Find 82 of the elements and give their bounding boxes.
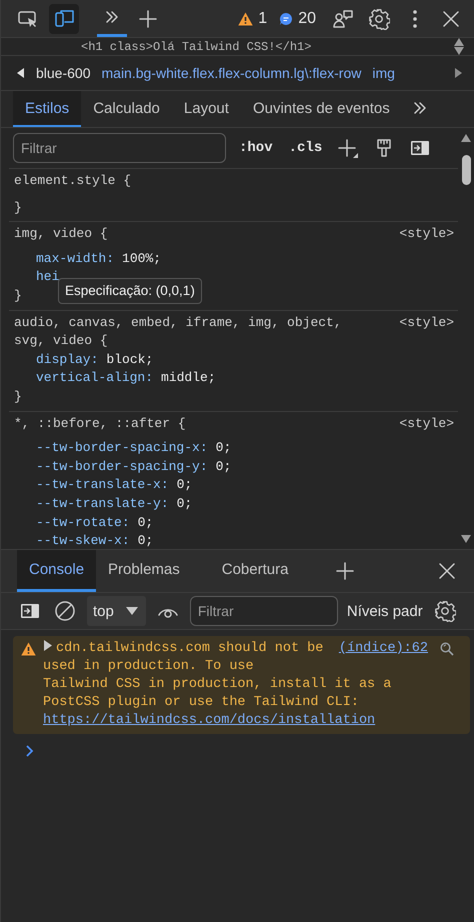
scrollbar-thumb[interactable] bbox=[462, 155, 470, 185]
closing-brace: } bbox=[14, 288, 22, 303]
closing-brace: } bbox=[14, 200, 22, 215]
filter-field[interactable]: Filtrar bbox=[13, 133, 226, 163]
property-name: hei bbox=[36, 269, 60, 284]
sidebar-icon bbox=[20, 603, 40, 619]
message-icon bbox=[279, 12, 294, 26]
scroll-up-icon[interactable] bbox=[461, 134, 471, 142]
search-icon[interactable] bbox=[440, 642, 454, 656]
prompt-icon bbox=[25, 744, 35, 758]
toggle-button[interactable]: .cls bbox=[286, 140, 326, 156]
plus-icon bbox=[336, 562, 354, 580]
warning-icon bbox=[238, 12, 254, 26]
source-link[interactable]: <style> bbox=[399, 414, 454, 434]
property-name: display: bbox=[36, 352, 98, 367]
property-value: 0; bbox=[176, 496, 192, 511]
property-name: --tw-skew-x: bbox=[36, 533, 130, 548]
property-value: 0; bbox=[138, 533, 154, 548]
device-icon bbox=[53, 8, 75, 30]
url-link[interactable]: https://tailwindcss.com/docs/installation bbox=[43, 713, 376, 728]
scroll-right-icon[interactable] bbox=[454, 68, 462, 78]
drawer-tab[interactable]: Cobertura bbox=[210, 550, 300, 592]
panel-tab[interactable]: Layout bbox=[172, 91, 241, 127]
property-value: 0; bbox=[216, 440, 232, 456]
property-value: 100%; bbox=[122, 250, 162, 266]
panel-tab[interactable]: Ouvintes de eventos bbox=[240, 91, 402, 127]
settings-icon bbox=[368, 8, 390, 30]
property-value: middle; bbox=[161, 370, 216, 386]
panel-tab[interactable]: Calculado bbox=[81, 91, 172, 127]
breadcrumb-item[interactable]: img bbox=[372, 65, 395, 81]
source-link[interactable]: (índice):62 bbox=[338, 640, 428, 658]
inspect-icon bbox=[17, 8, 39, 28]
property-name: vertical-align: bbox=[36, 370, 154, 386]
caret-icon bbox=[126, 606, 138, 616]
levels-dropdown[interactable]: Níveis padr bbox=[346, 602, 423, 620]
css-selector: audio, canvas, embed, iframe, img, object, svg, video { bbox=[14, 314, 343, 350]
property-name: --tw-border-spacing-x: bbox=[36, 440, 208, 456]
source-link[interactable]: <style> bbox=[399, 314, 454, 332]
menu-icon bbox=[412, 8, 418, 28]
css-selector: img, video { bbox=[14, 225, 108, 244]
toggle-button[interactable]: :hov bbox=[236, 140, 276, 156]
source-link[interactable]: <style> bbox=[399, 225, 454, 244]
close-icon bbox=[442, 10, 460, 28]
sidebar-icon bbox=[410, 140, 430, 156]
property-value: 0; bbox=[138, 514, 154, 530]
css-selector: element.style { bbox=[14, 172, 132, 190]
warnings-counter[interactable]: 1 bbox=[238, 10, 268, 28]
css-selector: *, ::before, ::after { bbox=[14, 414, 186, 433]
property-name: --tw-rotate: bbox=[36, 514, 130, 530]
context-dropdown[interactable]: top bbox=[87, 596, 146, 626]
property-name: --tw-border-spacing-y: bbox=[36, 458, 208, 474]
breadcrumb-item[interactable]: blue-600 bbox=[36, 65, 90, 81]
property-value: 0; bbox=[216, 458, 232, 474]
settings-icon bbox=[434, 600, 456, 622]
scroll-down-icon[interactable] bbox=[461, 535, 471, 543]
scroll-arrows-icon bbox=[454, 38, 464, 55]
dom-code-line: <h1 class>Olá Tailwind CSS!</h1> bbox=[81, 40, 312, 54]
warning-icon bbox=[21, 642, 36, 656]
feedback-icon bbox=[332, 8, 354, 30]
scroll-left-icon[interactable] bbox=[17, 68, 25, 78]
messages-counter[interactable]: 20 bbox=[279, 10, 316, 28]
drawer-tab[interactable]: Console bbox=[17, 550, 96, 592]
property-name: --tw-translate-x: bbox=[36, 477, 169, 492]
property-name: max-width: bbox=[36, 250, 114, 266]
plus-icon bbox=[337, 138, 360, 158]
chevrons-icon bbox=[412, 100, 428, 116]
panel-tab[interactable]: Estilos bbox=[13, 91, 82, 127]
filter-field[interactable]: Filtrar bbox=[190, 596, 338, 626]
specificity-tooltip: Especificação: (0,0,1) bbox=[58, 278, 202, 304]
close-icon bbox=[438, 562, 456, 580]
property-name: --tw-translate-y: bbox=[36, 496, 169, 511]
drawer-tab[interactable]: Problemas bbox=[96, 550, 192, 592]
property-value: 0; bbox=[176, 477, 192, 492]
brush-icon bbox=[376, 138, 392, 158]
expand-icon[interactable] bbox=[43, 640, 53, 651]
breadcrumb-item[interactable]: main.bg-white.flex.flex-column.lg\:flex-row bbox=[102, 65, 362, 81]
closing-brace: } bbox=[14, 388, 22, 404]
plus-icon bbox=[139, 10, 157, 28]
chevrons-icon bbox=[104, 9, 120, 25]
block-icon bbox=[54, 600, 76, 622]
property-value: block; bbox=[106, 352, 154, 367]
device-button[interactable] bbox=[49, 4, 79, 34]
